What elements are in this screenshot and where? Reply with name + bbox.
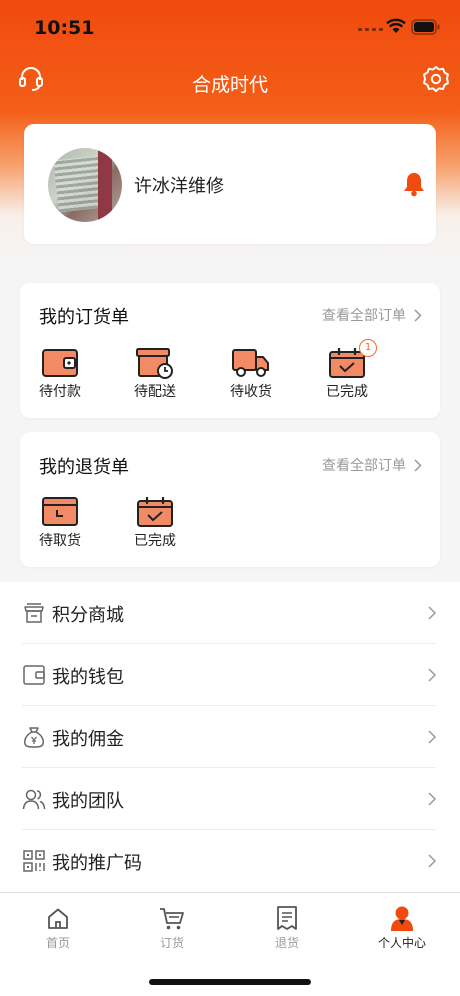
tab-return[interactable]: 退货: [247, 901, 327, 951]
order-pending-delivery[interactable]: 待配送: [125, 347, 185, 401]
order-completed[interactable]: 1 已完成: [317, 339, 377, 401]
return-doc-icon: [277, 906, 297, 930]
chevron-right-icon: [414, 308, 422, 322]
menu-item-label: 我的推广码: [52, 853, 142, 874]
menu-item-label: 我的团队: [52, 791, 124, 812]
chevron-right-icon: [428, 668, 436, 682]
menu-item-label: 积分商城: [52, 605, 124, 626]
tab-label: 订货: [159, 936, 184, 950]
status-time: 10:51: [34, 17, 95, 39]
chevron-right-icon: [414, 458, 422, 472]
chevron-right-icon: [428, 792, 436, 806]
menu-item-commission[interactable]: 我的佣金: [0, 706, 460, 768]
tab-profile[interactable]: 个人中心: [362, 901, 442, 951]
status-bar: 10:51: [0, 0, 460, 56]
tab-label: 首页: [45, 936, 70, 950]
return-see-all-label: 查看全部订单: [322, 458, 406, 474]
menu-item-promo-code[interactable]: 我的推广码: [0, 830, 460, 892]
order-pending-receipt[interactable]: 待收货: [221, 347, 281, 401]
order-completed-badge: 1: [359, 339, 377, 357]
order-see-all-label: 查看全部订单: [322, 308, 406, 324]
order-item-label: 待配送: [134, 384, 176, 400]
return-completed[interactable]: 已完成: [125, 496, 185, 550]
menu-item-wallet[interactable]: 我的钱包: [0, 644, 460, 706]
battery-icon: [411, 19, 440, 35]
return-section-title: 我的退货单: [39, 457, 129, 478]
wallet-outline-icon: [23, 665, 45, 685]
chevron-right-icon: [428, 854, 436, 868]
chevron-right-icon: [428, 606, 436, 620]
order-card: 我的订货单 查看全部订单 待付款 待配送 待收货 1 已完成: [20, 283, 440, 418]
truck-icon: [232, 349, 269, 377]
qr-code-icon: [23, 850, 45, 872]
menu-item-team[interactable]: 我的团队: [0, 768, 460, 830]
team-icon: [22, 789, 46, 810]
home-icon: [48, 908, 68, 929]
menu-item-label: 我的佣金: [52, 729, 124, 750]
notification-bell-icon[interactable]: [402, 171, 426, 197]
order-item-label: 已完成: [326, 384, 368, 400]
menu-item-label: 我的钱包: [52, 667, 124, 688]
cart-icon: [160, 908, 184, 930]
store-icon: [24, 603, 44, 623]
home-indicator: [149, 979, 311, 985]
avatar[interactable]: [48, 148, 122, 222]
cellular-signal-icon: [358, 28, 383, 31]
return-card: 我的退货单 查看全部订单 待取货 已完成: [20, 432, 440, 567]
return-see-all-link[interactable]: 查看全部订单: [322, 455, 422, 475]
order-item-label: 待付款: [39, 384, 81, 400]
tab-label: 退货: [274, 936, 299, 950]
order-section-title: 我的订货单: [39, 307, 129, 328]
profile-card[interactable]: 许冰洋维修: [24, 124, 436, 244]
menu-item-points-mall[interactable]: 积分商城: [0, 582, 460, 644]
tab-label: 个人中心: [377, 936, 426, 950]
order-pending-payment[interactable]: 待付款: [30, 347, 90, 401]
tab-order[interactable]: 订货: [132, 901, 212, 951]
return-pending-pickup[interactable]: 待取货: [30, 496, 90, 550]
person-icon: [391, 906, 413, 931]
menu-list: 积分商城 我的钱包 我的佣金 我的团队 我的推广码: [0, 582, 460, 892]
delivery-box-icon: [136, 348, 173, 379]
page-title: 合成时代: [191, 74, 268, 96]
user-name: 许冰洋维修: [134, 176, 224, 197]
wifi-icon: [386, 18, 406, 33]
settings-gear-icon[interactable]: [422, 65, 450, 93]
chevron-right-icon: [428, 730, 436, 744]
wallet-icon: [42, 349, 78, 377]
tab-home[interactable]: 首页: [18, 901, 98, 951]
return-item-label: 已完成: [134, 533, 176, 549]
calendar-check-icon: [137, 497, 173, 527]
pickup-box-icon: [42, 497, 78, 526]
order-item-label: 待收货: [230, 384, 272, 400]
return-item-label: 待取货: [39, 533, 81, 549]
order-see-all-link[interactable]: 查看全部订单: [322, 305, 422, 325]
money-bag-icon: [24, 727, 44, 748]
